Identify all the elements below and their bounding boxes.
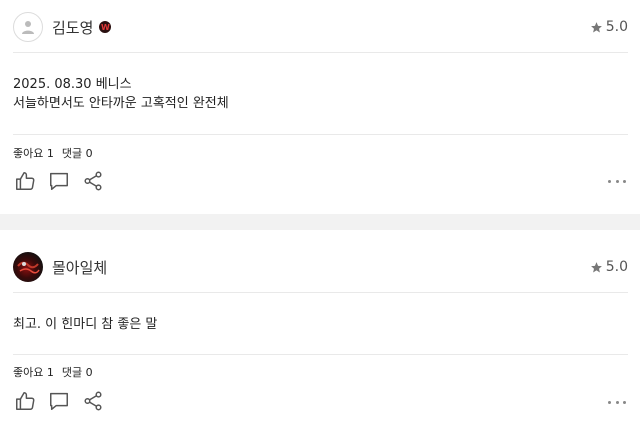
- review-counts: 좋아요 1 댓글 0: [13, 145, 93, 161]
- review-header: 몰아일체 5.0: [13, 251, 628, 283]
- avatar-photo: [17, 261, 40, 274]
- comments-count: 댓글 0: [61, 366, 93, 379]
- divider: [13, 354, 628, 355]
- share-icon: [84, 391, 102, 411]
- divider: [13, 134, 628, 135]
- comments-count: 댓글 0: [61, 147, 93, 160]
- more-icon[interactable]: [608, 176, 626, 186]
- thumbs-up-icon: [16, 172, 35, 190]
- avatar[interactable]: [13, 12, 43, 42]
- avatar[interactable]: [13, 252, 43, 282]
- share-button[interactable]: [81, 389, 105, 413]
- more-icon[interactable]: [608, 397, 626, 407]
- star-icon: [590, 261, 602, 272]
- review-line: 2025. 08.30 베니스: [13, 77, 132, 92]
- likes-count: 좋아요 1: [13, 366, 54, 379]
- like-button[interactable]: [13, 169, 37, 193]
- review-actions: [13, 169, 115, 193]
- comment-button[interactable]: [47, 169, 71, 193]
- rating: 5.0: [590, 19, 628, 35]
- review-card: 김도영 W 5.0 2025. 08.30 베니스 서늘하면서도 안타까운 고혹…: [0, 0, 640, 214]
- divider: [13, 52, 628, 53]
- likes-count: 좋아요 1: [13, 147, 54, 160]
- rating-value: 5.0: [605, 259, 628, 275]
- rating: 5.0: [590, 259, 628, 275]
- comment-button[interactable]: [47, 389, 71, 413]
- user-icon: [22, 21, 34, 34]
- review-header: 김도영 W 5.0: [13, 11, 628, 43]
- review-actions: [13, 389, 115, 413]
- rating-value: 5.0: [605, 19, 628, 35]
- review-counts: 좋아요 1 댓글 0: [13, 364, 93, 380]
- user-badge: W: [99, 21, 112, 33]
- star-icon: [590, 21, 602, 32]
- username[interactable]: 몰아일체: [52, 257, 107, 278]
- comment-icon: [50, 172, 68, 190]
- divider: [13, 292, 628, 293]
- share-button[interactable]: [81, 169, 105, 193]
- comment-icon: [50, 392, 68, 410]
- review-line: 최고. 이 힌마디 참 좋은 말: [13, 317, 158, 332]
- review-line: 서늘하면서도 안타까운 고혹적인 완전체: [13, 96, 229, 111]
- review-body: 2025. 08.30 베니스 서늘하면서도 안타까운 고혹적인 완전체: [13, 75, 628, 113]
- share-icon: [84, 171, 102, 191]
- username[interactable]: 김도영: [52, 17, 93, 38]
- like-button[interactable]: [13, 389, 37, 413]
- review-body: 최고. 이 힌마디 참 좋은 말: [13, 315, 628, 334]
- review-card: 몰아일체 5.0 최고. 이 힌마디 참 좋은 말 좋아요 1 댓글 0: [0, 230, 640, 424]
- thumbs-up-icon: [16, 392, 35, 410]
